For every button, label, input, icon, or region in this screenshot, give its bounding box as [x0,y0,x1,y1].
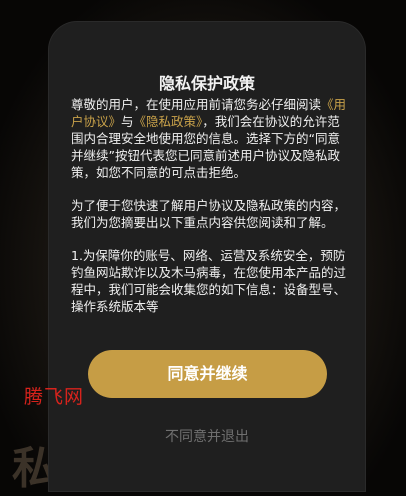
agree-continue-button[interactable]: 同意并继续 [88,350,327,398]
privacy-policy-link[interactable]: 《隐私政策》 [134,114,203,129]
decline-exit-link[interactable]: 不同意并退出 [49,426,365,446]
privacy-dialog: 隐私保护政策 尊敬的用户，在使用应用前请您务必仔细阅读《用户协议》与《隐私政策》… [49,22,365,491]
policy-content[interactable]: 尊敬的用户，在使用应用前请您务必仔细阅读《用户协议》与《隐私政策》，我们会在协议… [71,96,347,346]
watermark-text: 腾飞网 [24,386,85,408]
policy-paragraph-3: 1.为保障你的账号、网络、运营及系统安全，预防钓鱼网站欺诈以及木马病毒，在您使用… [71,248,347,314]
policy-paragraph-1: 尊敬的用户，在使用应用前请您务必仔细阅读《用户协议》与《隐私政策》，我们会在协议… [71,96,347,181]
policy-paragraph-2: 为了便于您快速了解用户协议及隐私政策的内容，我们为您摘要出以下重点内容供您阅读和… [71,198,347,230]
content-fade-overlay [49,320,365,354]
paragraph-1-intro: 尊敬的用户，在使用应用前请您务必仔细阅读 [71,97,322,112]
dialog-title: 隐私保护政策 [158,74,255,93]
paragraph-1-and: 与 [121,114,134,129]
